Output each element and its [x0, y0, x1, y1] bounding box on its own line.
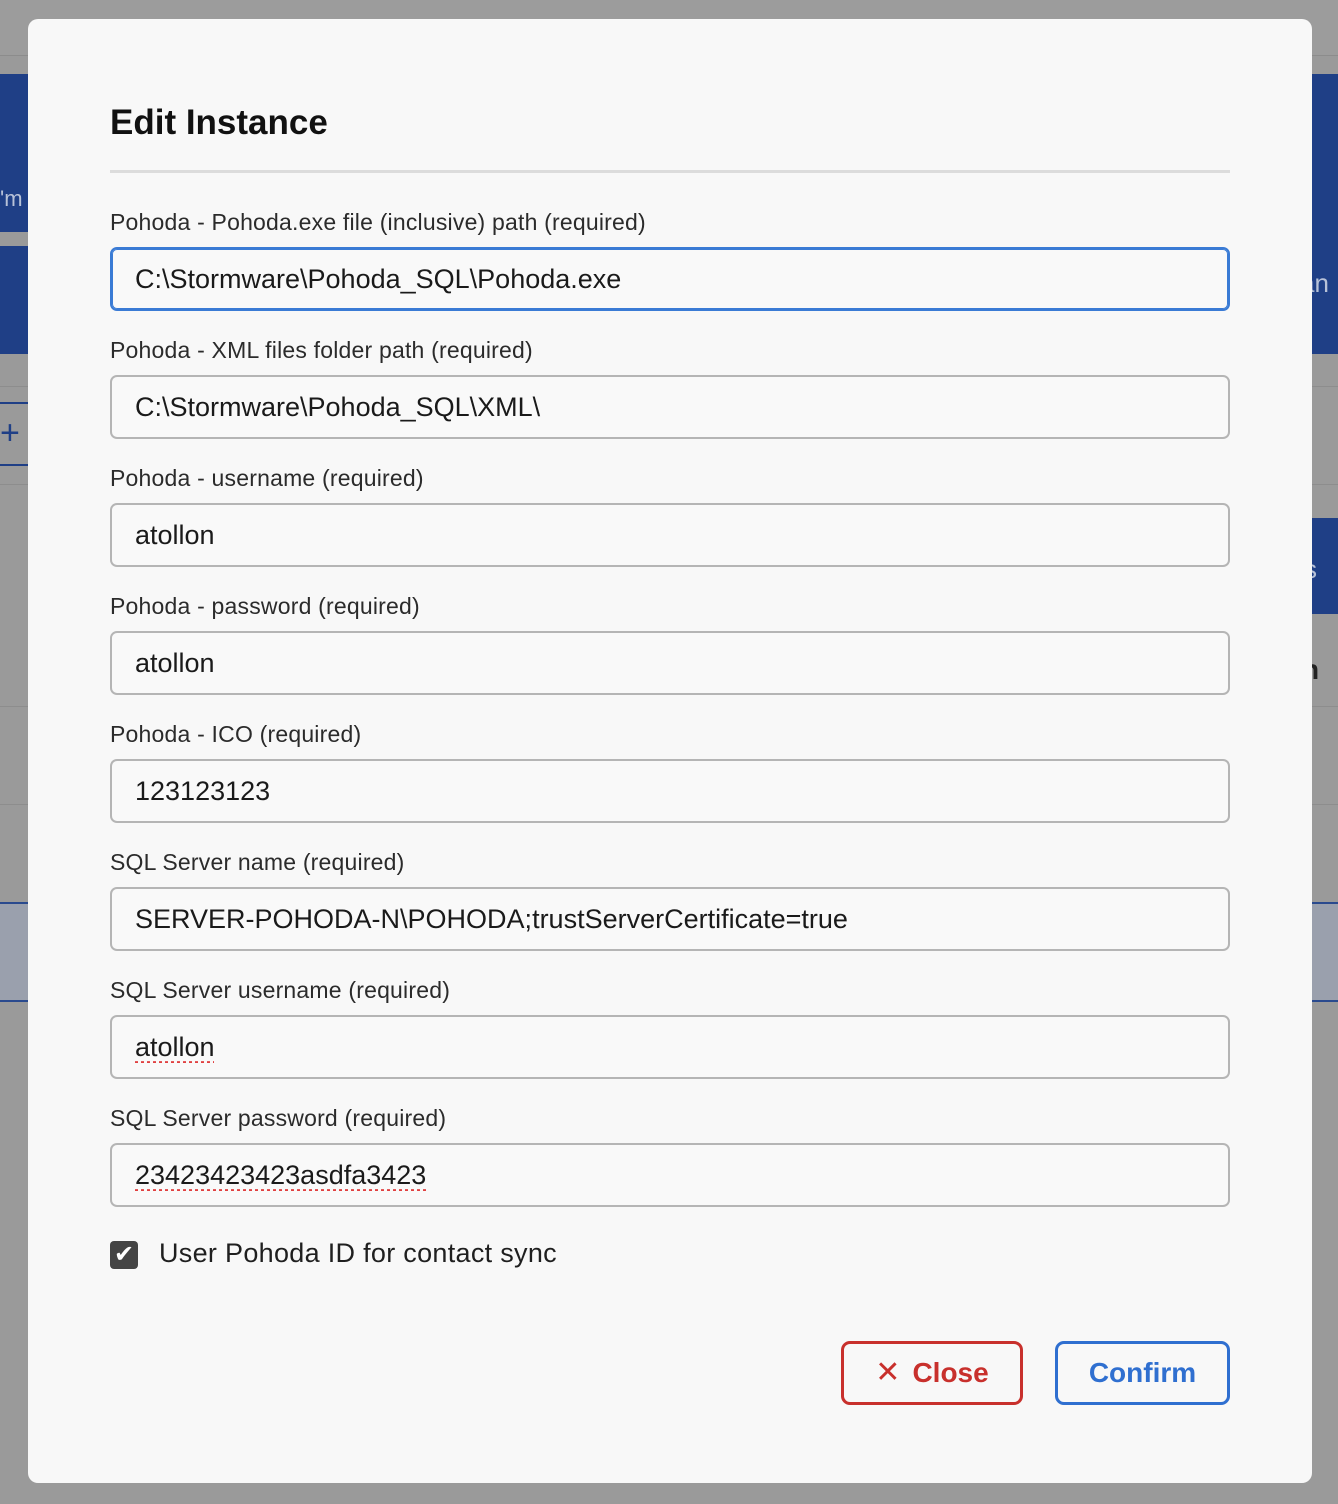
- close-button-label: Close: [912, 1357, 989, 1388]
- sql-server-name-label: SQL Server name (required): [110, 849, 405, 875]
- background-left-text: 'm: [0, 186, 23, 211]
- pohoda-ico-input[interactable]: [110, 759, 1230, 823]
- sql-server-username-label: SQL Server username (required): [110, 977, 451, 1003]
- contact-sync-label[interactable]: User Pohoda ID for contact sync: [159, 1238, 557, 1269]
- edit-instance-modal: Edit Instance Pohoda - Pohoda.exe file (…: [28, 19, 1312, 1483]
- pohoda-exe-path-input[interactable]: [110, 247, 1230, 311]
- xml-folder-path-label: Pohoda - XML files folder path (required…: [110, 337, 533, 363]
- pohoda-username-input[interactable]: [110, 503, 1230, 567]
- contact-sync-checkbox[interactable]: ✔: [110, 1241, 138, 1269]
- sql-server-password-input[interactable]: [110, 1143, 1230, 1207]
- close-icon: ✕: [875, 1356, 901, 1389]
- modal-title: Edit Instance: [110, 103, 328, 142]
- pohoda-password-label: Pohoda - password (required): [110, 593, 420, 619]
- confirm-button-label: Confirm: [1088, 1357, 1197, 1388]
- sql-server-username-input[interactable]: [110, 1015, 1230, 1079]
- title-divider: [110, 170, 1230, 173]
- pohoda-username-label: Pohoda - username (required): [110, 465, 424, 491]
- sql-server-name-input[interactable]: [110, 887, 1230, 951]
- pohoda-password-input[interactable]: [110, 631, 1230, 695]
- confirm-button[interactable]: Confirm: [1055, 1341, 1230, 1405]
- sql-server-password-label: SQL Server password (required): [110, 1105, 447, 1131]
- pohoda-exe-path-label: Pohoda - Pohoda.exe file (inclusive) pat…: [110, 209, 646, 235]
- pohoda-ico-label: Pohoda - ICO (required): [110, 721, 362, 747]
- close-button[interactable]: ✕ Close: [841, 1341, 1023, 1405]
- xml-folder-path-input[interactable]: [110, 375, 1230, 439]
